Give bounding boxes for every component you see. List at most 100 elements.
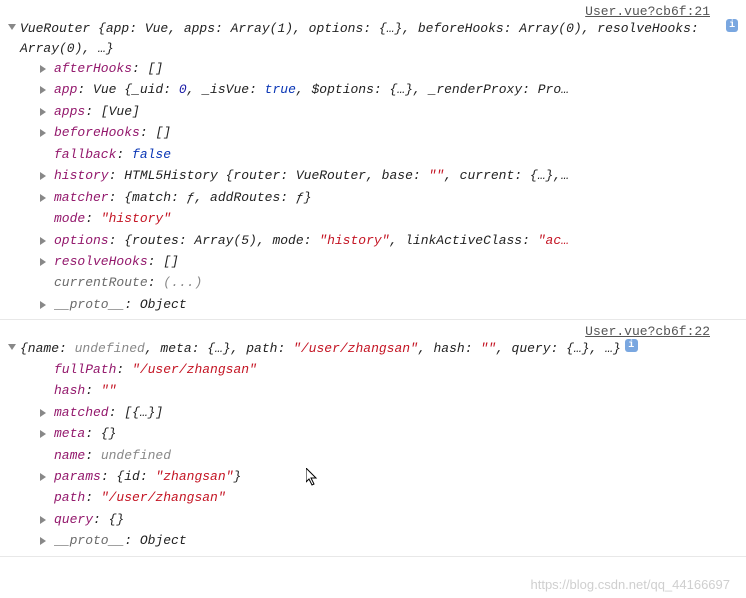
chevron-right-icon[interactable] xyxy=(40,194,46,202)
property-row[interactable]: matched: [{…}] xyxy=(40,402,738,423)
property-row[interactable]: __proto__: Object xyxy=(40,530,738,551)
property-body: params: {id: "zhangsan"} xyxy=(54,466,241,487)
property-row: hash: "" xyxy=(40,380,738,401)
chevron-right-icon[interactable] xyxy=(40,430,46,438)
expand-toggle-slot[interactable] xyxy=(40,165,54,180)
expand-toggle-slot[interactable] xyxy=(40,466,54,481)
expand-toggle-slot[interactable] xyxy=(40,423,54,438)
property-value-part: [{…}] xyxy=(124,405,163,420)
expand-toggle-slot xyxy=(40,272,54,276)
property-body: resolveHooks: [] xyxy=(54,251,179,272)
property-value-part: {routes: Array(5), mode: xyxy=(124,233,319,248)
source-link[interactable]: User.vue?cb6f:21 xyxy=(8,4,738,19)
property-row[interactable]: meta: {} xyxy=(40,423,738,444)
property-body: fullPath: "/user/zhangsan" xyxy=(54,359,257,380)
property-value-part: , addRoutes: xyxy=(194,190,295,205)
property-row[interactable]: __proto__: Object xyxy=(40,294,738,315)
property-row[interactable]: params: {id: "zhangsan"} xyxy=(40,466,738,487)
chevron-right-icon[interactable] xyxy=(40,108,46,116)
expand-toggle-slot[interactable] xyxy=(40,251,54,266)
property-row: mode: "history" xyxy=(40,208,738,229)
property-list: fullPath: "/user/zhangsan"hash: ""matche… xyxy=(8,359,738,552)
property-value-part: "zhangsan" xyxy=(155,469,233,484)
property-body: meta: {} xyxy=(54,423,116,444)
chevron-right-icon[interactable] xyxy=(40,409,46,417)
property-value-part: ƒ xyxy=(296,190,304,205)
chevron-right-icon[interactable] xyxy=(40,172,46,180)
property-value-part: [] xyxy=(148,61,164,76)
property-key: meta xyxy=(54,426,85,441)
property-body: options: {routes: Array(5), mode: "histo… xyxy=(54,230,569,251)
property-value-part: Object xyxy=(140,297,187,312)
object-header[interactable]: {name: undefined, meta: {…}, path: "/use… xyxy=(8,339,738,359)
property-row[interactable]: options: {routes: Array(5), mode: "histo… xyxy=(40,230,738,251)
property-body: hash: "" xyxy=(54,380,116,401)
chevron-right-icon[interactable] xyxy=(40,65,46,73)
expand-toggle-slot[interactable] xyxy=(40,101,54,116)
property-row[interactable]: afterHooks: [] xyxy=(40,58,738,79)
property-value-part: HTML5History {router: VueRouter, base: xyxy=(124,168,428,183)
property-row[interactable]: beforeHooks: [] xyxy=(40,122,738,143)
expand-toggle-slot[interactable] xyxy=(40,187,54,202)
object-summary: VueRouter {app: Vue, apps: Array(1), opt… xyxy=(20,19,722,58)
console-entry: User.vue?cb6f:21VueRouter {app: Vue, app… xyxy=(0,0,746,320)
property-row[interactable]: app: Vue {_uid: 0, _isVue: true, $option… xyxy=(40,79,738,100)
property-key: apps xyxy=(54,104,85,119)
source-link[interactable]: User.vue?cb6f:22 xyxy=(8,324,738,339)
property-body: app: Vue {_uid: 0, _isVue: true, $option… xyxy=(54,79,569,100)
property-body: history: HTML5History {router: VueRouter… xyxy=(54,165,569,186)
property-value-part: undefined xyxy=(101,448,171,463)
property-row[interactable]: apps: [Vue] xyxy=(40,101,738,122)
property-body: beforeHooks: [] xyxy=(54,122,171,143)
property-key: hash xyxy=(54,383,85,398)
expand-toggle-slot xyxy=(40,359,54,363)
chevron-right-icon[interactable] xyxy=(40,86,46,94)
property-value-part: false xyxy=(132,147,171,162)
property-value-part: true xyxy=(265,82,296,97)
chevron-right-icon[interactable] xyxy=(40,129,46,137)
expand-toggle-slot xyxy=(40,208,54,212)
info-icon[interactable]: i xyxy=(625,339,638,352)
chevron-right-icon[interactable] xyxy=(40,537,46,545)
object-summary: {name: undefined, meta: {…}, path: "/use… xyxy=(20,339,621,359)
watermark-text: https://blog.csdn.net/qq_44166697 xyxy=(531,577,731,592)
property-value-part: Object xyxy=(140,533,187,548)
property-row[interactable]: history: HTML5History {router: VueRouter… xyxy=(40,165,738,186)
expand-toggle-slot[interactable] xyxy=(40,530,54,545)
chevron-right-icon[interactable] xyxy=(40,237,46,245)
console-panel: User.vue?cb6f:21VueRouter {app: Vue, app… xyxy=(0,0,746,557)
property-body: path: "/user/zhangsan" xyxy=(54,487,226,508)
expand-toggle-slot[interactable] xyxy=(40,230,54,245)
property-row: name: undefined xyxy=(40,445,738,466)
expand-toggle-slot[interactable] xyxy=(40,79,54,94)
chevron-right-icon[interactable] xyxy=(40,473,46,481)
info-icon[interactable]: i xyxy=(726,19,738,32)
chevron-right-icon[interactable] xyxy=(40,301,46,309)
property-value-part: , linkActiveClass: xyxy=(389,233,537,248)
chevron-right-icon[interactable] xyxy=(40,258,46,266)
expand-toggle-slot xyxy=(40,380,54,384)
property-value-part: {id: xyxy=(116,469,155,484)
expand-toggle-slot[interactable] xyxy=(40,122,54,137)
property-key: beforeHooks xyxy=(54,125,140,140)
property-value-part: [] xyxy=(155,125,171,140)
property-body: apps: [Vue] xyxy=(54,101,140,122)
property-value-part: "/user/zhangsan" xyxy=(101,490,226,505)
expand-toggle-icon[interactable] xyxy=(8,24,16,30)
property-key: app xyxy=(54,82,77,97)
property-value-part: "history" xyxy=(319,233,389,248)
property-body: mode: "history" xyxy=(54,208,171,229)
expand-toggle-slot[interactable] xyxy=(40,509,54,524)
object-header[interactable]: VueRouter {app: Vue, apps: Array(1), opt… xyxy=(8,19,738,58)
property-row[interactable]: matcher: {match: ƒ, addRoutes: ƒ} xyxy=(40,187,738,208)
property-row[interactable]: query: {} xyxy=(40,509,738,530)
chevron-right-icon[interactable] xyxy=(40,516,46,524)
expand-toggle-slot[interactable] xyxy=(40,402,54,417)
property-value-part: 0 xyxy=(179,82,187,97)
expand-toggle-slot[interactable] xyxy=(40,294,54,309)
expand-toggle-slot[interactable] xyxy=(40,58,54,73)
property-key: matched xyxy=(54,405,109,420)
property-row[interactable]: resolveHooks: [] xyxy=(40,251,738,272)
property-list: afterHooks: []app: Vue {_uid: 0, _isVue:… xyxy=(8,58,738,315)
expand-toggle-icon[interactable] xyxy=(8,344,16,350)
